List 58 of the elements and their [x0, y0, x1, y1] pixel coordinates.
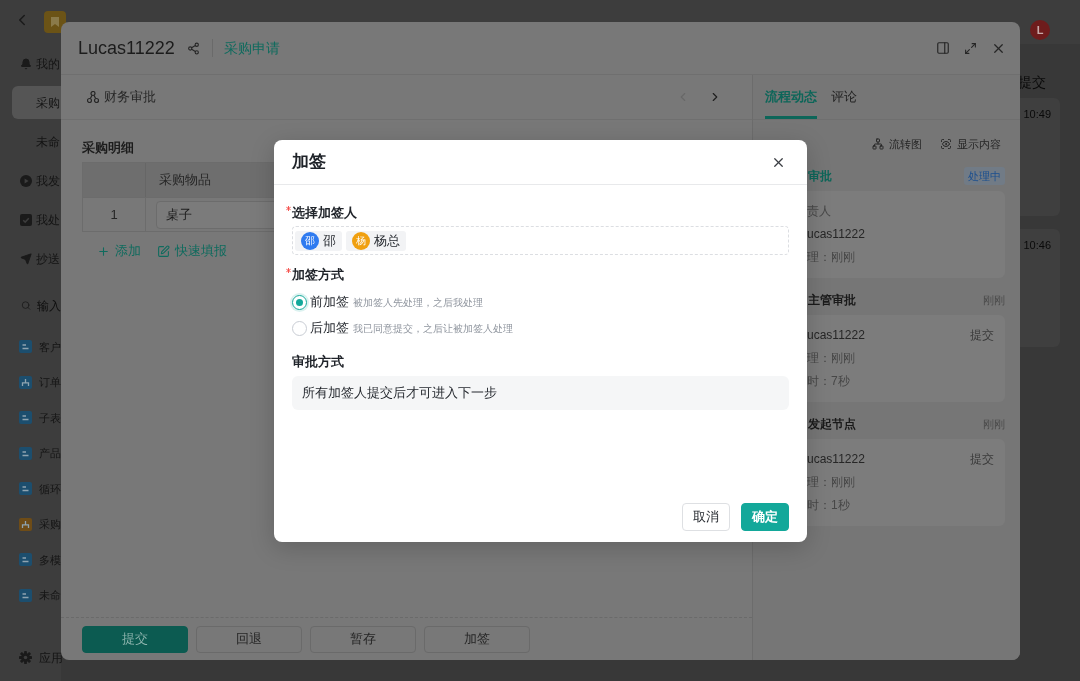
- action-button[interactable]: 回退: [196, 625, 302, 653]
- people-select-field[interactable]: 邵 邵 杨 杨总: [292, 226, 789, 255]
- nav-item[interactable]: 采购: [12, 86, 61, 119]
- form-name-link[interactable]: 采购申请: [223, 37, 280, 59]
- readonly-field: 所有加签人提交后才可进入下一步: [292, 376, 789, 410]
- column-header: 采购物品: [159, 171, 211, 190]
- option-label[interactable]: 后加签: [310, 318, 349, 338]
- step-title: 主管审批: [808, 292, 856, 309]
- action-button[interactable]: 暂存: [310, 625, 416, 653]
- search-icon: [21, 300, 31, 311]
- person-avatar: 杨: [352, 231, 370, 250]
- expand-icon[interactable]: [964, 41, 977, 55]
- user-avatar[interactable]: L: [1030, 20, 1050, 40]
- option-hint: 被加签人先处理，之后我处理: [353, 295, 483, 310]
- dialog-title: 加签: [292, 151, 326, 174]
- panel-icon[interactable]: [936, 41, 950, 55]
- person-tag[interactable]: 杨 杨总: [346, 230, 406, 251]
- dialog-button[interactable]: 取消: [682, 503, 730, 531]
- person-avatar: 邵: [301, 231, 319, 250]
- step-title: 审批: [808, 168, 832, 185]
- settings-icon: [19, 651, 32, 664]
- dialog-button[interactable]: 确定: [741, 503, 789, 531]
- tool-link[interactable]: 流转图: [872, 135, 922, 153]
- play-icon: [20, 174, 32, 187]
- nodes-icon: [87, 91, 99, 103]
- action-button[interactable]: 加签: [424, 625, 530, 653]
- edit-icon: [157, 244, 170, 258]
- action-link[interactable]: 快速填报: [157, 241, 227, 261]
- section-title: 采购明细: [82, 139, 134, 156]
- action-text: 提交: [970, 326, 994, 344]
- option-hint: 我已同意提交，之后让被加签人处理: [353, 321, 513, 336]
- person-name: ucas11222: [807, 326, 865, 344]
- action-button[interactable]: 提交: [82, 625, 188, 653]
- check-square-icon: [20, 213, 32, 226]
- step-title: 发起节点: [808, 416, 856, 433]
- action-link[interactable]: 添加: [97, 241, 141, 261]
- field-label: 审批方式: [292, 353, 344, 372]
- field-label: 加签方式: [292, 266, 344, 285]
- tab[interactable]: 流程动态: [765, 75, 817, 119]
- plus-icon: [97, 244, 110, 258]
- node-name: 财务审批: [104, 88, 156, 107]
- field-label: 选择加签人: [292, 204, 357, 223]
- record-title: Lucas11222: [78, 36, 175, 60]
- action-text: 提交: [970, 450, 994, 468]
- person-name: ucas11222: [807, 450, 865, 468]
- option-label[interactable]: 前加签: [310, 292, 349, 312]
- person-tag[interactable]: 邵 邵: [295, 230, 342, 251]
- share-icon[interactable]: [186, 41, 200, 55]
- send-icon: [20, 252, 32, 265]
- tab[interactable]: 评论: [831, 75, 857, 119]
- eye-icon: [940, 138, 952, 150]
- bell-icon: [20, 57, 32, 70]
- network-icon: [872, 138, 884, 150]
- row-number: 1: [110, 205, 118, 224]
- status-badge: 处理中: [964, 167, 1005, 185]
- app-logo-icon: [44, 11, 66, 33]
- tool-link[interactable]: 显示内容: [940, 135, 1001, 153]
- person-name: ucas11222: [807, 225, 865, 243]
